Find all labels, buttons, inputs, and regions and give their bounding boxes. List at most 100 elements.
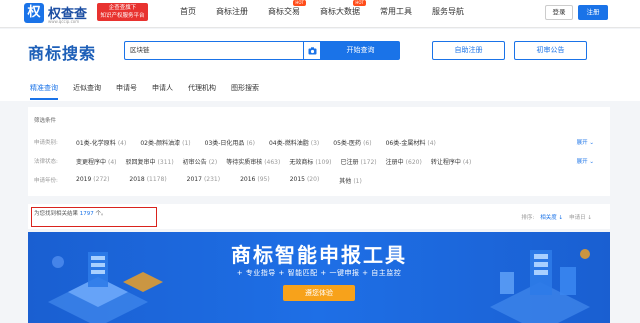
filter-row-category: 申请类别: 01类-化学原料 (4) 02类-颜料油漆 (1) 03类-日化用品 (6…: [34, 138, 610, 148]
option-name: 2017: [186, 176, 202, 183]
search-tabs: 精准查询 近似查询 申请号 申请人 代理机构 图形搜索: [30, 80, 274, 100]
option-count: (463): [264, 159, 281, 166]
option-count: (6): [246, 140, 255, 147]
option-count: (4): [108, 159, 117, 166]
filter-option[interactable]: 05类-医药 (6): [333, 138, 371, 147]
nav-item-home[interactable]: 首页: [180, 0, 196, 28]
option-count: (4): [462, 159, 472, 166]
sort-relevance[interactable]: 相关度 ↓: [540, 213, 563, 221]
expand-link[interactable]: 展开 ⌄: [577, 157, 594, 165]
nav-item-trademark-trade[interactable]: 商标交易 HOT: [268, 0, 306, 28]
hot-badge: HOT: [293, 0, 306, 6]
chevron-down-icon: ⌄: [589, 140, 594, 146]
filter-panel: 筛选条件 申请类别: 01类-化学原料 (4) 02类-颜料油漆 (1) 03类-日…: [28, 107, 610, 196]
filter-option[interactable]: 变更程序中 (4): [76, 157, 117, 166]
option-count: (1178): [146, 176, 167, 183]
option-name: 02类-颜料油漆: [140, 140, 181, 147]
option-count: (109): [315, 159, 332, 166]
result-count-text: 为您找到相关结果 1797 个。: [34, 209, 107, 217]
search-button[interactable]: 开始查询: [321, 41, 400, 60]
filter-options: 变更程序中 (4) 驳回复审中 (311) 初审公告 (2) 等待实质审核 (463) …: [76, 157, 471, 166]
option-name: 已注册: [340, 159, 359, 166]
filter-options: 01类-化学原料 (4) 02类-颜料油漆 (1) 03类-日化用品 (6) 04类-…: [76, 138, 436, 147]
filter-title: 筛选条件: [34, 118, 57, 124]
filter-row-legal-status: 法律状态: 变更程序中 (4) 驳回复审中 (311) 初审公告 (2) 等待实质审核…: [34, 157, 610, 167]
banner-title: 商标智能申报工具: [231, 243, 407, 267]
nav-item-tools[interactable]: 常用工具: [380, 0, 412, 28]
filter-option[interactable]: 02类-颜料油漆 (1): [140, 138, 190, 147]
filter-option[interactable]: 无效商标 (109): [289, 157, 331, 166]
option-count: (3): [310, 140, 320, 147]
filter-option[interactable]: 其他 (1): [339, 176, 362, 185]
filter-option[interactable]: 初审公告 (2): [183, 157, 218, 166]
option-count: (620): [405, 159, 422, 166]
banner-cta-button[interactable]: 遵您体验: [283, 285, 355, 301]
search-input[interactable]: 区块链: [124, 41, 304, 60]
tab-applicant[interactable]: 申请人: [152, 80, 173, 100]
nav-item-big-data[interactable]: 商标大数据 HOT: [320, 0, 366, 28]
option-count: (4): [117, 140, 127, 147]
filter-label: 申请类别:: [34, 140, 58, 146]
option-name: 2018: [129, 176, 145, 183]
self-register-button[interactable]: 自助注册: [432, 41, 505, 60]
filter-label: 申请年份:: [34, 178, 58, 184]
nav-item-label: 商标交易: [268, 7, 300, 16]
main-nav: 首页 商标注册 商标交易 HOT 商标大数据 HOT 常用工具 服务导航: [180, 0, 484, 28]
logo-icon[interactable]: 权: [24, 3, 44, 23]
tab-application-number[interactable]: 申请号: [116, 80, 137, 100]
option-count: (1): [353, 178, 362, 185]
filter-option[interactable]: 03类-日化用品 (6): [205, 138, 255, 147]
filter-option[interactable]: 2018 (1178): [129, 176, 166, 185]
expand-label: 展开: [576, 159, 588, 165]
filter-option[interactable]: 04类-燃料油脂 (3): [269, 138, 319, 147]
option-count: (272): [93, 176, 110, 183]
filter-option[interactable]: 驳回复审中 (311): [126, 157, 174, 166]
tab-similar-search[interactable]: 近似查询: [73, 80, 101, 100]
filter-option[interactable]: 已注册 (172): [341, 157, 377, 166]
nav-item-service-nav[interactable]: 服务导航: [432, 0, 464, 28]
filter-option[interactable]: 2015 (20): [290, 176, 320, 185]
chevron-down-icon: ⌄: [589, 159, 594, 165]
result-count: 1797: [79, 211, 94, 217]
result-prefix: 为您找到相关结果: [34, 211, 79, 217]
tab-exact-search[interactable]: 精准查询: [30, 80, 58, 100]
option-count: (2): [208, 159, 218, 166]
slogan-badge: 企查查旗下 知识产权服务平台: [97, 3, 148, 21]
option-count: (172): [360, 159, 377, 166]
result-suffix: 个。: [95, 211, 107, 217]
nav-item-trademark-register[interactable]: 商标注册: [216, 0, 248, 28]
filter-option[interactable]: 2019 (272): [76, 176, 109, 185]
option-count: (6): [363, 140, 372, 147]
option-name: 驳回复审中: [125, 159, 156, 166]
filter-options: 2019 (272) 2018 (1178) 2017 (231) 2016 (95) …: [76, 176, 362, 185]
sort-label: 排序:: [521, 215, 535, 221]
option-name: 04类-燃料油脂: [268, 140, 309, 147]
option-count: (1): [182, 140, 191, 147]
sort-controls: 排序: 相关度 ↓ 申请日 ↓: [521, 213, 592, 221]
filter-option[interactable]: 2017 (231): [187, 176, 220, 185]
option-name: 无效商标: [289, 159, 314, 166]
expand-link[interactable]: 展开 ⌄: [577, 138, 594, 146]
option-name: 转让程序中: [430, 159, 461, 166]
option-name: 初审公告: [182, 159, 207, 166]
filter-option[interactable]: 01类-化学原料 (4): [76, 138, 126, 147]
filter-option[interactable]: 等待实质审核 (463): [226, 157, 280, 166]
filter-option[interactable]: 注册中 (620): [386, 157, 422, 166]
banner-features: + 专业指导 + 智能匹配 + 一键申报 + 自主监控: [236, 269, 402, 277]
register-button[interactable]: 注册: [578, 5, 608, 20]
tab-agency[interactable]: 代理机构: [188, 80, 216, 100]
option-count: (95): [257, 176, 270, 183]
camera-icon[interactable]: [304, 41, 321, 60]
filter-option[interactable]: 2016 (95): [240, 176, 270, 185]
option-name: 2016: [240, 176, 256, 183]
option-name: 03类-日化用品: [204, 140, 245, 147]
result-bar: 为您找到相关结果 1797 个。 排序: 相关度 ↓ 申请日 ↓: [28, 204, 610, 229]
tab-image-search[interactable]: 图形搜索: [231, 80, 259, 100]
option-name: 其他: [339, 178, 352, 185]
login-button[interactable]: 登录: [545, 5, 573, 20]
sort-date[interactable]: 申请日 ↓: [569, 213, 592, 221]
filter-option[interactable]: 06类-金属材料 (4): [386, 138, 436, 147]
promo-banner[interactable]: 商标智能申报工具 + 专业指导 + 智能匹配 + 一键申报 + 自主监控 遵您体…: [28, 232, 610, 323]
preliminary-notice-button[interactable]: 初审公告: [514, 41, 587, 60]
filter-option[interactable]: 转让程序中 (4): [431, 157, 472, 166]
